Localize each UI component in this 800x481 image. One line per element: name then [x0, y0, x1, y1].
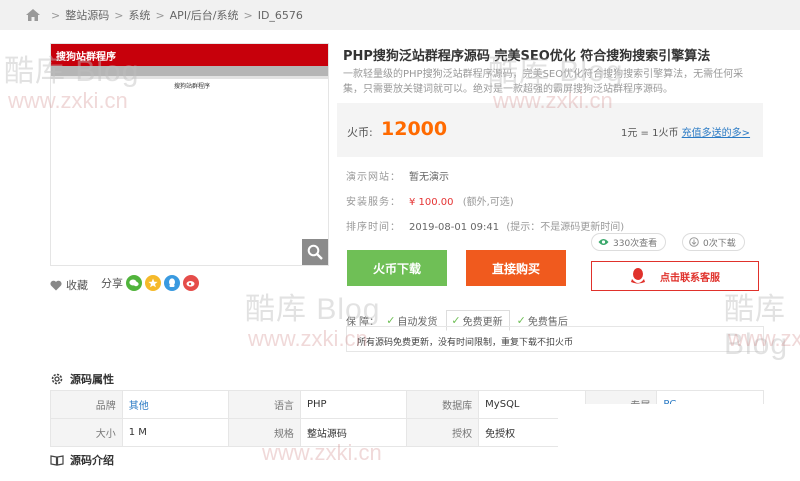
attributes-title: 源码属性 — [70, 373, 114, 386]
attr-value: 整站源码 — [299, 418, 408, 447]
qq-icon[interactable] — [164, 275, 180, 291]
intro-title: 源码介绍 — [70, 454, 114, 467]
attr-key: 大小 — [50, 418, 123, 447]
product-title: PHP搜狗泛站群程序源码 完美SEO优化 符合搜狗搜索引擎算法 — [343, 49, 711, 64]
sort-note: (提示：不是源码更新时间) — [506, 222, 625, 233]
breadcrumb-link[interactable]: 系统 — [128, 7, 150, 23]
exchange-rate: 1元 = 1火币 充值多送的多> — [621, 124, 750, 139]
favorite-button[interactable]: 收藏 — [50, 277, 88, 293]
attributes-heading: 源码属性 — [50, 371, 114, 387]
weibo-icon[interactable] — [183, 275, 199, 291]
sort-row: 排序时间： 2019-08-01 09:41 (提示：不是源码更新时间) — [346, 218, 624, 233]
qq-penguin-icon — [631, 268, 645, 284]
attr-key: 授权 — [406, 418, 480, 447]
image-caption: 搜狗站群程序 — [174, 83, 211, 90]
download-icon — [689, 237, 699, 247]
price-label: 火币: — [347, 126, 373, 139]
views-badge: 330次查看 — [591, 233, 667, 251]
breadcrumb: > 整站源码 > 系统 > API/后台/系统 > ID_6576 — [0, 0, 800, 30]
demo-row: 演示网站： 暂无演示 — [346, 168, 449, 183]
gear-icon — [51, 373, 63, 385]
share-bar: 分享 — [101, 275, 199, 291]
attr-key: 规格 — [228, 418, 301, 447]
share-label: 分享 — [101, 277, 123, 290]
price-box: 火币: 12000 1元 = 1火币 充值多送的多> — [337, 103, 763, 157]
attr-value: PHP — [299, 390, 408, 419]
attr-key: 数据库 — [406, 390, 480, 419]
downloads-count: 0次下载 — [703, 238, 736, 249]
sort-key: 排序时间： — [346, 222, 401, 233]
wechat-icon[interactable] — [126, 275, 142, 291]
book-icon — [50, 455, 64, 466]
attr-value: 1 M — [121, 418, 230, 447]
breadcrumb-link[interactable]: API/后台/系统 — [170, 7, 239, 23]
downloads-badge: 0次下载 — [682, 233, 745, 251]
attr-key: 品牌 — [50, 390, 123, 419]
qzone-icon[interactable] — [145, 275, 161, 291]
breadcrumb-link[interactable]: 整站源码 — [65, 7, 109, 23]
eye-icon — [598, 239, 609, 245]
contact-service-button[interactable]: 点击联系客服 — [591, 261, 759, 291]
heart-icon — [50, 280, 62, 290]
favorite-label: 收藏 — [66, 279, 88, 292]
image-strip — [51, 76, 328, 79]
attr-value[interactable]: 其他 — [121, 390, 230, 419]
image-banner-title: 搜狗站群程序 — [56, 52, 116, 63]
zoom-button[interactable] — [302, 239, 328, 265]
product-description: 一款轻量级的PHP搜狗泛站群程序源码，完美SEO优化符合搜狗搜索引擎算法，无需任… — [343, 69, 744, 95]
recharge-link[interactable]: 充值多送的多> — [682, 128, 750, 139]
breadcrumb-current: ID_6576 — [257, 8, 303, 22]
install-row: 安装服务： ¥ 100.00 (额外,可选) — [346, 193, 514, 208]
demo-value: 暂无演示 — [409, 172, 449, 183]
demo-key: 演示网站： — [346, 172, 401, 183]
guarantee-note: 所有源码免费更新，没有时间限制，重复下载不扣火币 — [346, 326, 764, 352]
install-key: 安装服务： — [346, 197, 401, 208]
coin-download-button[interactable]: 火币下载 — [347, 250, 447, 286]
install-price: ¥ 100.00 — [409, 197, 454, 208]
breadcrumb-separator: > — [51, 8, 61, 22]
breadcrumb-separator: > — [243, 8, 253, 22]
exchange-rate-text: 1元 = 1火币 — [621, 128, 679, 139]
sort-value: 2019-08-01 09:41 — [409, 222, 500, 233]
views-count: 330次查看 — [613, 238, 658, 249]
breadcrumb-separator: > — [114, 8, 124, 22]
price-value: 12000 — [381, 118, 448, 140]
buy-now-button[interactable]: 直接购买 — [466, 250, 566, 286]
install-note: (额外,可选) — [462, 197, 514, 208]
intro-heading: 源码介绍 — [50, 452, 114, 468]
breadcrumb-separator: > — [155, 8, 165, 22]
product-image[interactable]: 搜狗站群程序 搜狗站群程序 — [50, 43, 329, 266]
image-strip — [51, 66, 328, 76]
contact-service-label: 点击联系客服 — [660, 272, 720, 284]
magnifier-icon — [307, 244, 323, 260]
home-icon[interactable] — [26, 9, 40, 21]
table-overlay — [558, 404, 764, 454]
attr-key: 语言 — [228, 390, 301, 419]
